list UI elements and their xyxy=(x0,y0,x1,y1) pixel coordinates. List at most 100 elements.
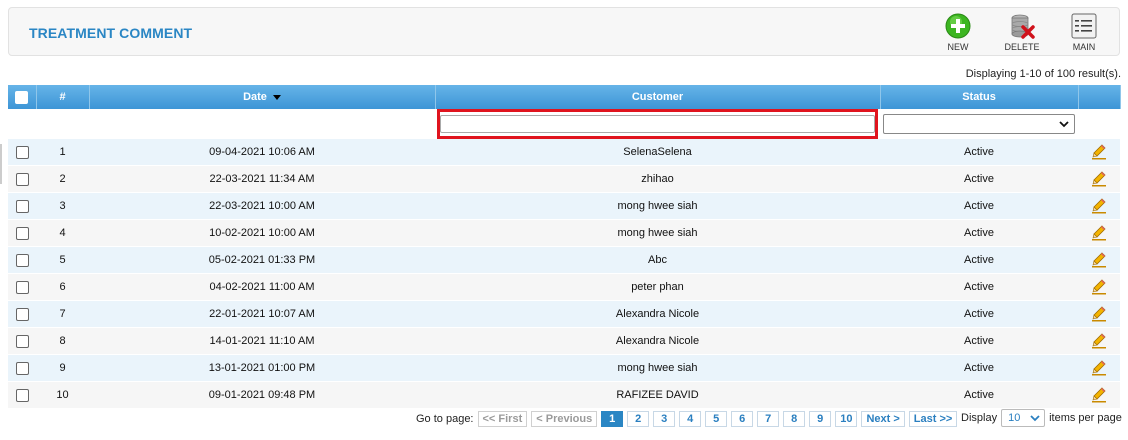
table-row[interactable]: 9 13-01-2021 01:00 PM mong hwee siah Active xyxy=(8,354,1120,382)
table-row[interactable]: 3 22-03-2021 10:00 AM mong hwee siah Active xyxy=(8,192,1120,220)
table-row[interactable]: 10 09-01-2021 09:48 PM RAFIZEE DAVID Active xyxy=(8,381,1120,409)
delete-database-icon xyxy=(1011,14,1035,39)
row-number: 8 xyxy=(36,327,89,355)
column-header-customer[interactable]: Customer xyxy=(435,85,881,109)
page-number-button[interactable]: 2 xyxy=(627,411,650,427)
edit-pencil-icon[interactable] xyxy=(1092,144,1106,160)
row-select-cell xyxy=(8,300,36,328)
status-filter-select[interactable] xyxy=(883,114,1075,134)
first-page-button[interactable]: << First xyxy=(477,411,528,427)
row-checkbox[interactable] xyxy=(15,226,29,240)
delete-label: DELETE xyxy=(1004,42,1040,52)
row-status: Active xyxy=(880,219,1078,247)
next-page-button[interactable]: Next > xyxy=(861,411,905,427)
edit-pencil-icon[interactable] xyxy=(1092,252,1106,268)
edit-pencil-icon[interactable] xyxy=(1092,333,1106,349)
customer-filter-highlight xyxy=(437,109,878,139)
edit-pencil-icon[interactable] xyxy=(1092,198,1106,214)
page-number-button[interactable]: 6 xyxy=(731,411,754,427)
page-number-button[interactable]: 1 xyxy=(601,411,624,427)
row-status: Active xyxy=(880,381,1078,409)
goto-page-label: Go to page: xyxy=(416,413,474,425)
edit-pencil-icon[interactable] xyxy=(1092,306,1106,322)
page-number-button[interactable]: 8 xyxy=(783,411,806,427)
table-row[interactable]: 1 09-04-2021 10:06 AM SelenaSelena Active xyxy=(8,139,1120,166)
row-status: Active xyxy=(880,246,1078,274)
row-actions xyxy=(1078,381,1120,409)
row-actions xyxy=(1078,192,1120,220)
row-status: Active xyxy=(880,165,1078,193)
column-header-num[interactable]: # xyxy=(36,85,90,109)
row-checkbox[interactable] xyxy=(15,280,29,294)
page-number-button[interactable]: 7 xyxy=(757,411,780,427)
page-number-button[interactable]: 10 xyxy=(835,411,858,427)
row-number: 9 xyxy=(36,354,89,382)
edit-pencil-icon[interactable] xyxy=(1092,225,1106,241)
column-header-date[interactable]: Date xyxy=(89,85,436,109)
previous-page-button[interactable]: < Previous xyxy=(531,411,598,427)
items-per-page: Display 10 items per page xyxy=(961,409,1122,427)
add-circle-icon xyxy=(945,13,971,39)
row-actions xyxy=(1078,300,1120,328)
table-row[interactable]: 4 10-02-2021 10:00 AM mong hwee siah Active xyxy=(8,219,1120,247)
page-number-button[interactable]: 3 xyxy=(653,411,676,427)
select-all-checkbox[interactable] xyxy=(15,90,29,104)
row-select-cell xyxy=(8,354,36,382)
row-select-cell xyxy=(8,327,36,355)
table-row[interactable]: 8 14-01-2021 11:10 AM Alexandra Nicole Acti… xyxy=(8,327,1120,355)
delete-button[interactable]: DELETE xyxy=(1000,13,1044,52)
row-checkbox[interactable] xyxy=(15,361,29,375)
page-header: TREATMENT COMMENT NEW DELETE MAIN xyxy=(8,7,1120,56)
row-checkbox[interactable] xyxy=(15,253,29,267)
page-number-button[interactable]: 9 xyxy=(809,411,832,427)
row-select-cell xyxy=(8,165,36,193)
row-actions xyxy=(1078,246,1120,274)
row-checkbox[interactable] xyxy=(15,307,29,321)
row-checkbox[interactable] xyxy=(15,145,29,159)
edit-pencil-icon[interactable] xyxy=(1092,360,1106,376)
page-number-list: 1 2 3 4 5 6 7 8 9 10 xyxy=(601,411,861,427)
row-checkbox[interactable] xyxy=(15,334,29,348)
edit-pencil-icon[interactable] xyxy=(1092,171,1106,187)
edit-pencil-icon[interactable] xyxy=(1092,279,1106,295)
row-number: 2 xyxy=(36,165,89,193)
new-button[interactable]: NEW xyxy=(936,13,980,52)
row-checkbox[interactable] xyxy=(15,388,29,402)
page-number-button[interactable]: 5 xyxy=(705,411,728,427)
row-checkbox[interactable] xyxy=(15,199,29,213)
row-date: 09-04-2021 10:06 AM xyxy=(89,139,435,166)
row-status: Active xyxy=(880,139,1078,166)
date-header-label: Date xyxy=(243,91,267,103)
table-row[interactable]: 7 22-01-2021 10:07 AM Alexandra Nicole Acti… xyxy=(8,300,1120,328)
per-page-suffix: items per page xyxy=(1049,412,1122,424)
row-actions xyxy=(1078,165,1120,193)
customer-filter-input[interactable] xyxy=(440,115,875,133)
row-customer: SelenaSelena xyxy=(435,139,880,166)
row-select-cell xyxy=(8,381,36,409)
table-row[interactable]: 5 05-02-2021 01:33 PM Abc Active xyxy=(8,246,1120,274)
row-select-cell xyxy=(8,139,36,166)
table-row[interactable]: 6 04-02-2021 11:00 AM peter phan Active xyxy=(8,273,1120,301)
per-page-select[interactable]: 10 xyxy=(1001,409,1046,427)
column-header-status[interactable]: Status xyxy=(880,85,1079,109)
row-select-cell xyxy=(8,192,36,220)
row-date: 09-01-2021 09:48 PM xyxy=(89,381,435,409)
main-button[interactable]: MAIN xyxy=(1062,13,1106,52)
row-number: 5 xyxy=(36,246,89,274)
row-checkbox[interactable] xyxy=(15,172,29,186)
page-number-button[interactable]: 4 xyxy=(679,411,702,427)
sort-desc-icon xyxy=(272,94,281,100)
row-status: Active xyxy=(880,273,1078,301)
row-customer: Alexandra Nicole xyxy=(435,327,880,355)
edit-pencil-icon[interactable] xyxy=(1092,387,1106,403)
row-number: 3 xyxy=(36,192,89,220)
last-page-button[interactable]: Last >> xyxy=(908,411,958,427)
row-number: 6 xyxy=(36,273,89,301)
chevron-down-icon xyxy=(1030,415,1040,422)
page-edge-marker xyxy=(0,144,2,184)
table-row[interactable]: 2 22-03-2021 11:34 AM zhihao Active xyxy=(8,165,1120,193)
row-select-cell xyxy=(8,246,36,274)
comments-table: # Date Customer Status 1 09-04-2021 10:0… xyxy=(8,85,1121,409)
row-customer: mong hwee siah xyxy=(435,219,880,247)
new-label: NEW xyxy=(947,42,969,52)
